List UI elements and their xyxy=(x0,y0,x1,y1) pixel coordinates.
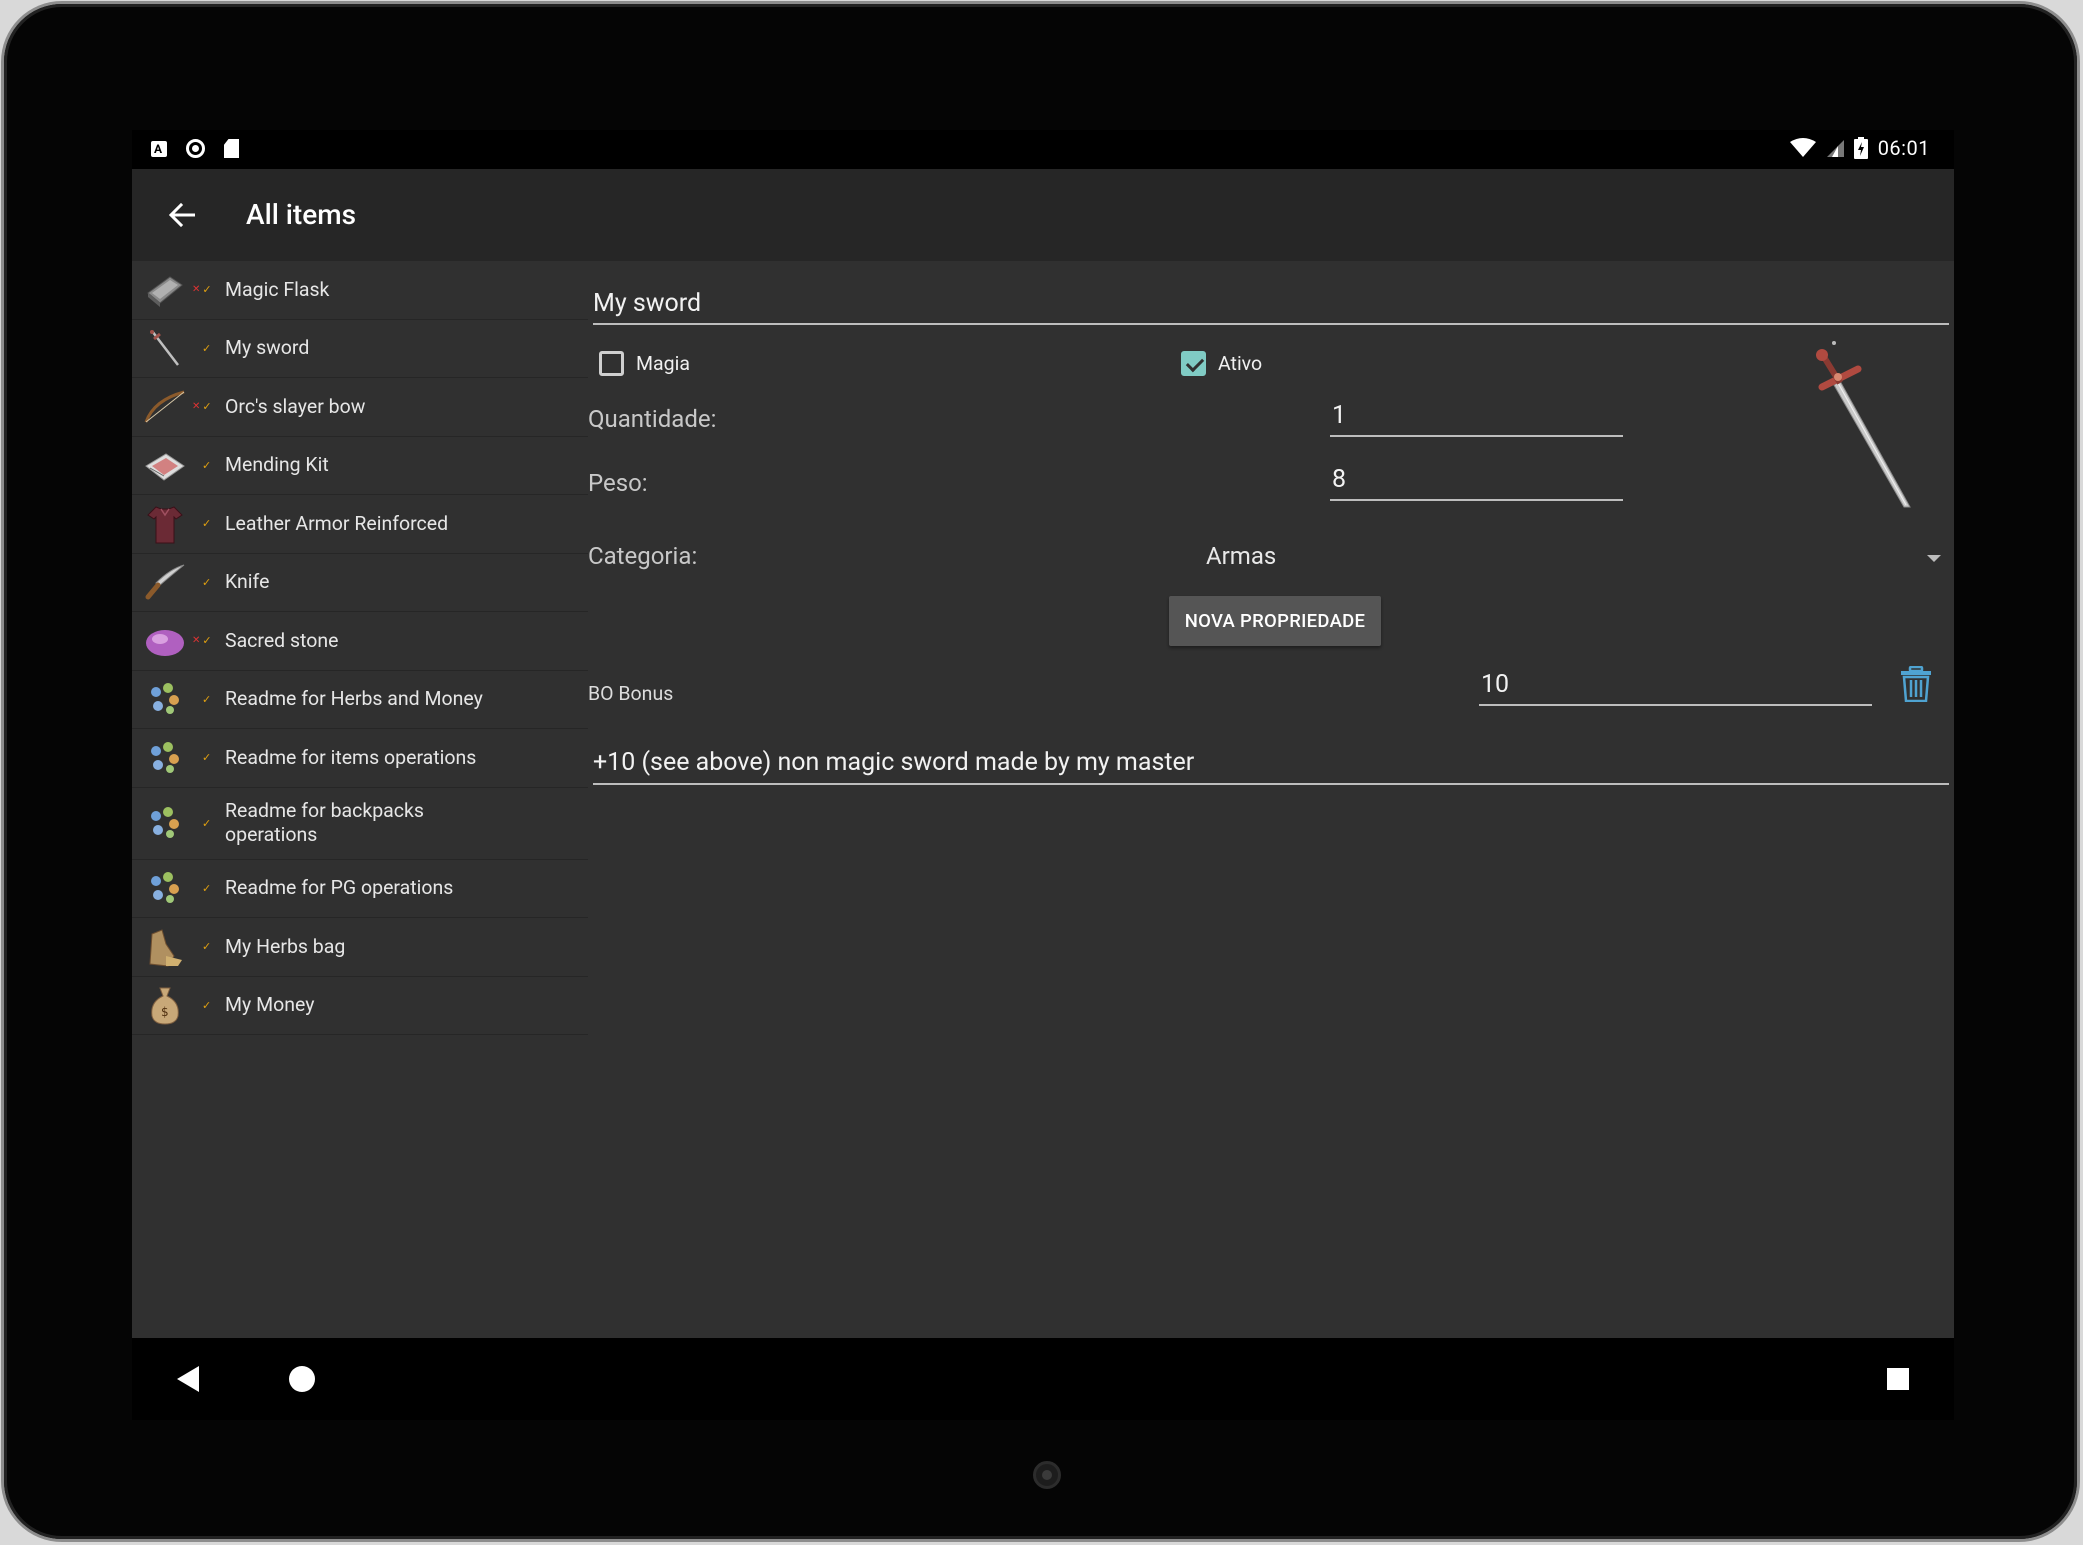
signal-icon xyxy=(1826,140,1844,157)
magia-label: Magia xyxy=(636,352,690,375)
active-check-icon: ✓ xyxy=(202,341,212,355)
active-check-icon: ✓ xyxy=(202,881,212,895)
tablet-frame: 06:01 All items xyxy=(4,4,2077,1539)
active-check-icon: ✓ xyxy=(202,458,212,472)
active-check-icon: ✓ xyxy=(202,816,212,830)
nova-propriedade-button[interactable]: NOVA PROPRIEDADE xyxy=(1169,596,1381,646)
svg-text:$: $ xyxy=(161,1005,169,1019)
sword-icon xyxy=(144,327,186,369)
sword-image xyxy=(1816,341,1911,508)
property-name-label: BO Bonus xyxy=(588,682,674,705)
list-item-label: Readme for Herbs and Money xyxy=(225,687,483,711)
list-item-label: My Herbs bag xyxy=(225,934,346,958)
list-item-sacred-stone[interactable]: ✕ ✓ Sacred stone xyxy=(132,612,588,671)
list-item-my-sword[interactable]: ✓ My sword xyxy=(132,320,588,378)
armor-icon xyxy=(144,503,186,545)
mending-kit-icon xyxy=(144,444,186,486)
wifi-icon xyxy=(1789,138,1816,157)
list-item-orcs-slayer-bow[interactable]: ✕ ✓ Orc's slayer bow xyxy=(132,378,588,437)
toolbar: All items xyxy=(132,169,1954,261)
list-item-knife[interactable]: ✓ Knife xyxy=(132,554,588,612)
list-item-label: Readme for PG operations xyxy=(225,876,454,900)
active-check-icon: ✓ xyxy=(202,692,212,706)
list-item-readme-backpacks[interactable]: ✓ Readme for backpacks operations xyxy=(132,788,588,860)
page-title: All items xyxy=(246,198,357,231)
list-item-my-herbs-bag[interactable]: ✓ My Herbs bag xyxy=(132,918,588,977)
list-item-label: Leather Armor Reinforced xyxy=(225,511,449,535)
list-item-readme-items[interactable]: ✓ Readme for items operations xyxy=(132,729,588,788)
magic-mark-icon: ✕ xyxy=(192,634,201,646)
peso-input[interactable]: 8 xyxy=(1330,461,1623,501)
active-check-icon: ✓ xyxy=(202,517,212,531)
content-area: ✕ ✓ Magic Flask ✓ My sword ✕ ✓ Orc's sla… xyxy=(132,261,1954,1338)
active-check-icon: ✓ xyxy=(202,751,212,765)
list-item-magic-flask[interactable]: ✕ ✓ Magic Flask xyxy=(132,261,588,320)
checkbox-unchecked-icon xyxy=(599,351,624,376)
record-icon xyxy=(186,139,205,158)
item-detail-panel: My sword Magia Ativo Quantidade: 1 Peso:… xyxy=(588,261,1954,1338)
list-item-label: Mending Kit xyxy=(225,453,329,477)
list-item-label: Magic Flask xyxy=(225,277,330,301)
list-item-my-money[interactable]: $ ✓ My Money xyxy=(132,977,588,1035)
list-item-readme-pg[interactable]: ✓ Readme for PG operations xyxy=(132,860,588,918)
navigation-bar xyxy=(132,1338,1954,1420)
nav-recents-icon[interactable] xyxy=(1887,1368,1909,1390)
status-bar: 06:01 xyxy=(132,130,1954,169)
magia-checkbox[interactable]: Magia xyxy=(599,351,690,376)
back-button[interactable] xyxy=(162,195,202,235)
herbs-bag-icon xyxy=(144,926,186,968)
active-check-icon: ✓ xyxy=(202,283,212,297)
sd-card-icon xyxy=(224,139,239,158)
trash-icon[interactable] xyxy=(1899,666,1933,702)
dropdown-arrow-icon[interactable] xyxy=(1927,555,1941,562)
active-check-icon: ✓ xyxy=(202,940,212,954)
ativo-label: Ativo xyxy=(1218,352,1263,375)
herbs-icon xyxy=(144,737,186,779)
active-check-icon: ✓ xyxy=(202,400,212,414)
magic-mark-icon: ✕ xyxy=(192,400,201,412)
accessibility-icon xyxy=(151,140,167,157)
list-item-label: My sword xyxy=(225,336,310,360)
stone-icon xyxy=(144,620,186,662)
herbs-icon xyxy=(144,802,186,844)
active-check-icon: ✓ xyxy=(202,634,212,648)
flask-icon xyxy=(144,269,186,311)
bow-icon xyxy=(144,386,186,428)
quantidade-label: Quantidade: xyxy=(588,405,717,433)
knife-icon xyxy=(144,561,186,603)
magic-mark-icon: ✕ xyxy=(192,283,201,295)
list-item-readme-herbs-money[interactable]: ✓ Readme for Herbs and Money xyxy=(132,671,588,729)
herbs-icon xyxy=(144,867,186,909)
categoria-dropdown[interactable]: Armas xyxy=(1206,542,1276,570)
herbs-icon xyxy=(144,678,186,720)
peso-label: Peso: xyxy=(588,469,648,497)
property-value-input[interactable]: 10 xyxy=(1479,666,1872,706)
list-item-label: Orc's slayer bow xyxy=(225,394,366,418)
description-input[interactable]: +10 (see above) non magic sword made by … xyxy=(593,744,1949,785)
categoria-label: Categoria: xyxy=(588,542,698,570)
quantidade-input[interactable]: 1 xyxy=(1330,397,1623,437)
nav-home-icon[interactable] xyxy=(289,1366,315,1392)
active-check-icon: ✓ xyxy=(202,998,212,1012)
list-item-label: Readme for items operations xyxy=(225,745,477,769)
list-item-label: Knife xyxy=(225,570,270,594)
arrow-back-icon xyxy=(169,203,195,227)
battery-charging-icon xyxy=(1853,137,1868,159)
item-list: ✕ ✓ Magic Flask ✓ My sword ✕ ✓ Orc's sla… xyxy=(132,261,588,1035)
active-check-icon: ✓ xyxy=(202,575,212,589)
list-item-label: My Money xyxy=(225,993,315,1017)
list-item-leather-armor[interactable]: ✓ Leather Armor Reinforced xyxy=(132,495,588,554)
list-item-mending-kit[interactable]: ✓ Mending Kit xyxy=(132,437,588,495)
screen: 06:01 All items xyxy=(132,130,1954,1420)
clock: 06:01 xyxy=(1877,136,1930,160)
item-name-input[interactable]: My sword xyxy=(593,285,1949,325)
ativo-checkbox[interactable]: Ativo xyxy=(1181,351,1262,376)
list-item-label: Readme for backpacks operations xyxy=(225,799,424,846)
camera-icon xyxy=(1033,1461,1061,1489)
checkbox-checked-icon xyxy=(1181,351,1206,376)
nav-back-icon[interactable] xyxy=(177,1366,199,1392)
list-item-label: Sacred stone xyxy=(225,628,339,652)
money-bag-icon: $ xyxy=(144,984,186,1026)
